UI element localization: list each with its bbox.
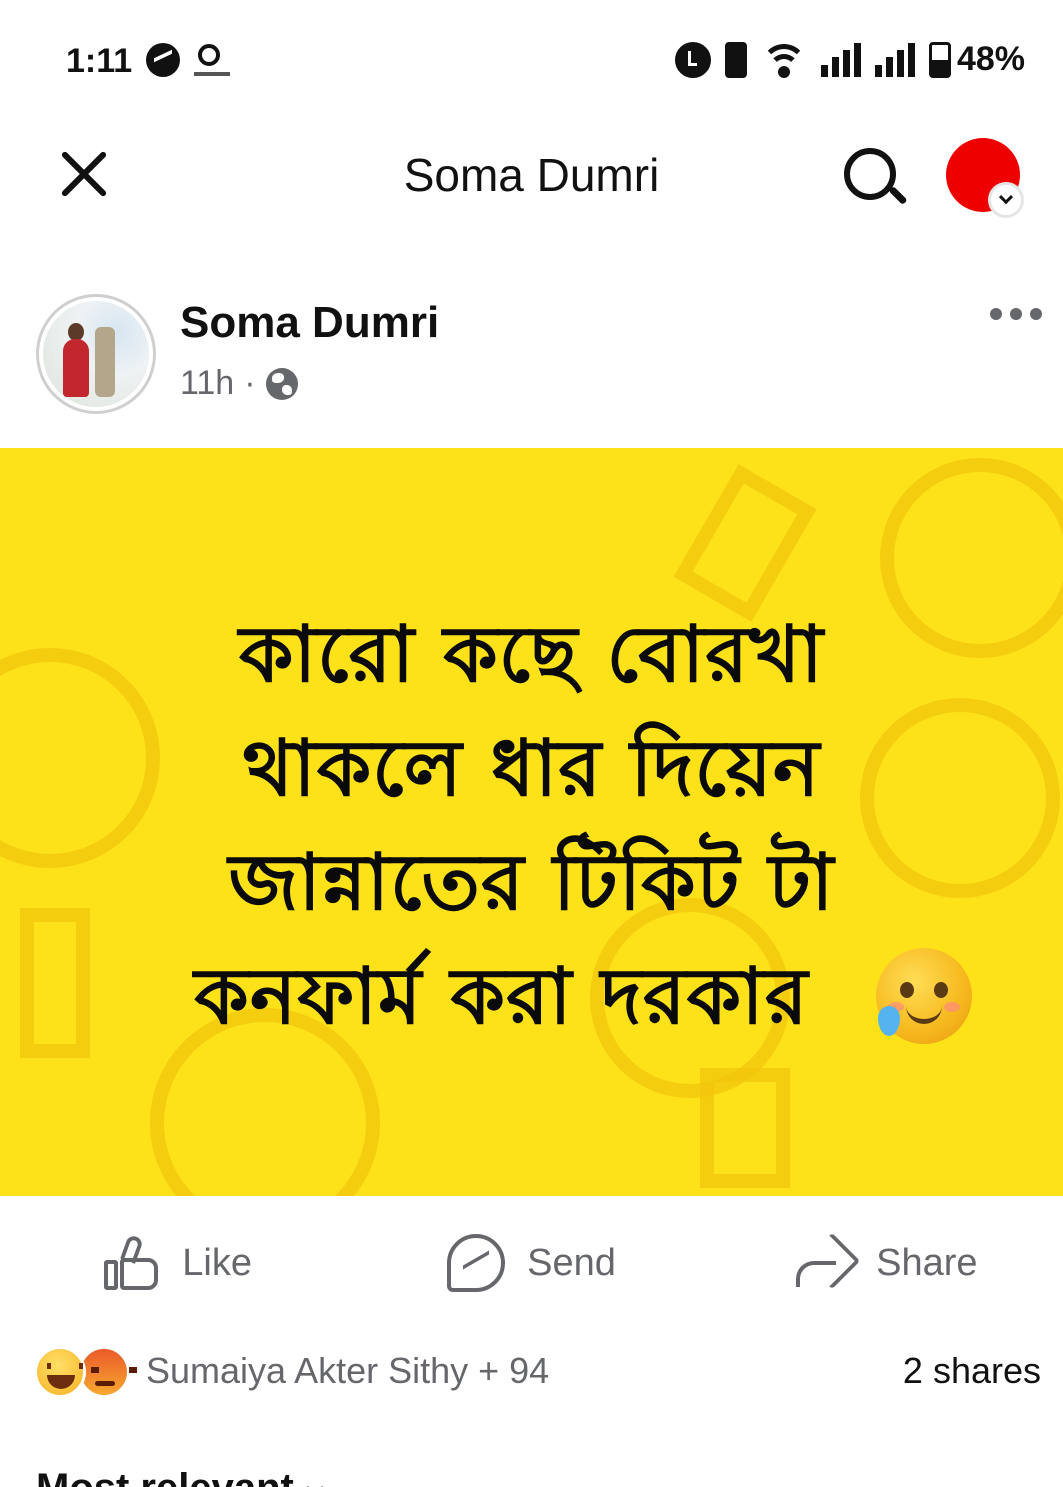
smiling-face-with-tear-icon [876,948,972,1044]
vibrate-icon [724,41,747,78]
reactions-summary: Sumaiya Akter Sithy + 94 2 shares [0,1340,1063,1404]
messenger-icon [146,43,180,77]
thumbs-up-icon [102,1234,160,1292]
signal-icon [874,42,915,77]
chevron-down-icon [304,1478,325,1487]
author-name[interactable]: Soma Dumri [180,298,439,348]
app-header: Soma Dumri [0,110,1063,240]
post-time[interactable]: 11h [180,364,234,403]
system-icons: 48% [674,40,1025,79]
globe-icon [265,367,298,400]
share-arrow-icon [794,1232,861,1290]
reactors-text[interactable]: Sumaiya Akter Sithy + 94 [146,1350,549,1392]
wifi-icon [760,42,807,78]
battery-indicator: 48% [928,40,1025,79]
chevron-down-icon[interactable] [988,182,1024,218]
more-options-icon[interactable] [990,308,1042,320]
shares-count[interactable]: 2 shares [903,1350,1041,1392]
post-text-line: থাকলে ধার দিয়েন [242,724,821,814]
send-button[interactable]: Send [354,1218,708,1308]
alarm-icon [674,41,711,78]
search-icon[interactable] [840,144,910,214]
notification-icons [146,42,230,78]
share-button[interactable]: Share [709,1218,1063,1308]
post-text-line: কারো কছে বোরখা [239,610,824,700]
messenger-icon [447,1234,506,1292]
meta-separator: · [244,364,256,402]
battery-percent: 48% [956,40,1025,78]
post-meta: 11h · [180,364,298,403]
haha-icon [34,1346,86,1398]
news-icon [194,42,230,78]
post-image[interactable]: কারো কছে বোরখা থাকলে ধার দিয়েন জান্নাতে… [0,448,1063,1196]
send-label: Send [527,1241,616,1284]
post-action-bar: Like Send Share [0,1218,1063,1308]
status-time: 1:11 [66,42,133,80]
battery-icon [928,41,951,78]
reaction-icons[interactable] [34,1346,137,1398]
post-header: Soma Dumri 11h · [0,280,1063,440]
share-label: Share [876,1241,978,1284]
like-button[interactable]: Like [0,1218,354,1308]
comment-sort-dropdown[interactable]: Most relevant [36,1466,325,1487]
post-text-line: জান্নাতের টিকিট টা [228,838,835,928]
signal-icon [820,42,861,77]
sort-label: Most relevant [36,1466,294,1487]
background-pattern [700,1068,790,1188]
author-avatar[interactable] [36,294,156,414]
status-bar: 1:11 48% [0,0,1063,110]
post-text: কারো কছে বোরখা থাকলে ধার দিয়েন জান্নাতে… [40,598,1023,1054]
like-label: Like [182,1241,253,1284]
